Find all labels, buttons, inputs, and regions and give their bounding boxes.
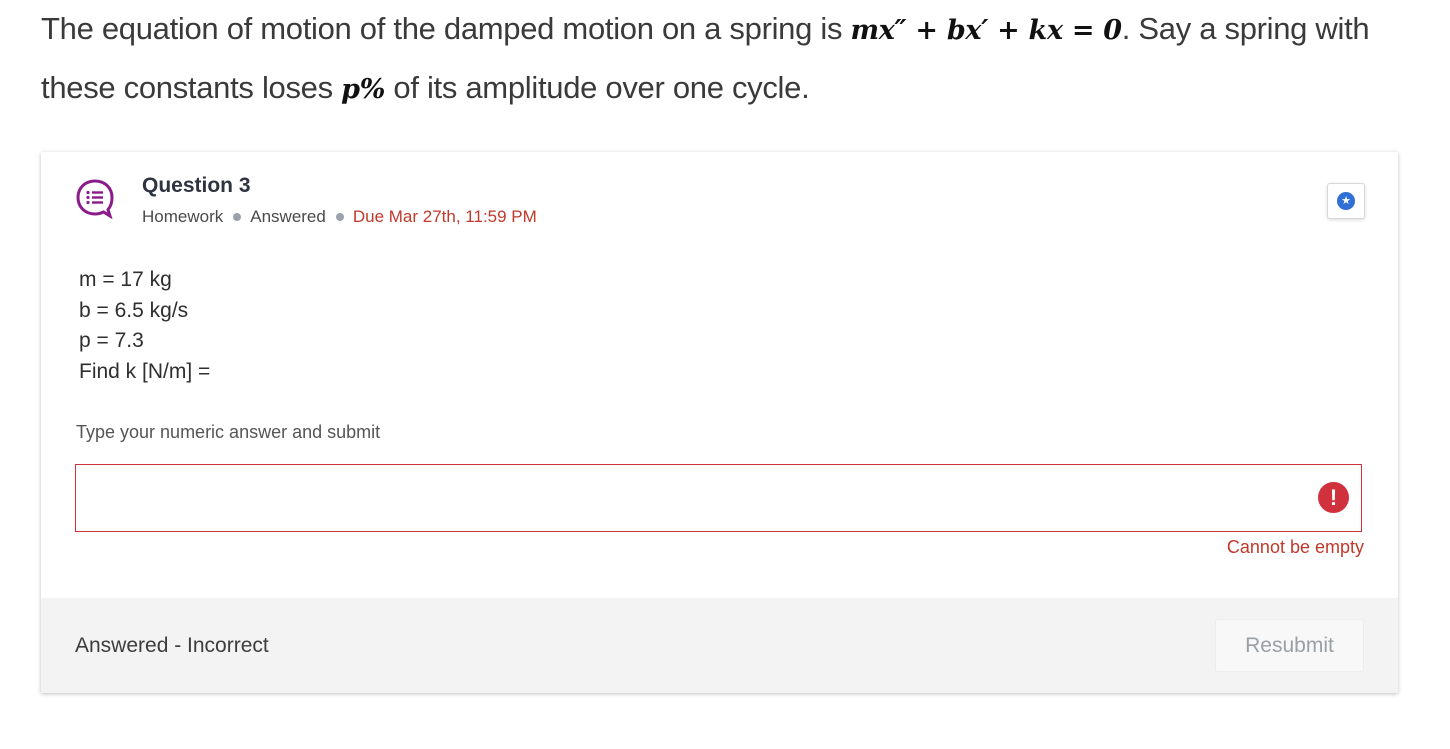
problem-line-1: The equation of motion of the damped mot… <box>41 0 1401 59</box>
separator-dot <box>233 212 242 221</box>
answer-status: Answered - Incorrect <box>75 634 269 657</box>
answer-prompt: Type your numeric answer and submit <box>76 422 381 442</box>
answer-field[interactable]: ! <box>75 464 1362 532</box>
problem-line-2: these constants loses p% of its amplitud… <box>41 59 1401 118</box>
problem-text-2a: these constants loses <box>41 70 342 105</box>
resubmit-button[interactable]: Resubmit <box>1215 619 1364 672</box>
given-percent: p = 7.3 <box>79 329 144 352</box>
star-icon: ★ <box>1337 192 1355 210</box>
equation: mx″ + bx′ + kx = 0 <box>850 15 1122 46</box>
separator-dot <box>335 212 344 221</box>
percent-variable: p% <box>341 74 386 105</box>
question-type: Homework <box>142 207 224 226</box>
given-damping: b = 6.5 kg/s <box>79 298 189 322</box>
problem-text-1b: . Say a spring with <box>1121 11 1370 46</box>
given-values: m = 17 kg b = 6.5 kg/s p = 7.3 Find k [N… <box>79 265 210 387</box>
answer-input[interactable] <box>76 465 1304 529</box>
problem-statement: The equation of motion of the damped mot… <box>41 0 1401 118</box>
question-footer: Answered - Incorrect Resubmit <box>41 598 1398 693</box>
question-list-icon <box>76 179 114 220</box>
exclamation-icon: ! <box>1318 482 1349 513</box>
given-mass: m = 17 kg <box>79 268 172 291</box>
question-card: Question 3 Homework Answered Due Mar 27th,… <box>41 152 1398 693</box>
question-title: Question 3 <box>142 174 251 197</box>
bookmark-button[interactable]: ★ <box>1327 183 1365 219</box>
problem-text-2b: of its amplitude over one cycle. <box>385 70 810 105</box>
error-message: Cannot be empty <box>1226 537 1364 557</box>
due-date: Due Mar 27th, 11:59 PM <box>352 207 537 226</box>
problem-text-1a: The equation of motion of the damped mot… <box>41 11 851 46</box>
question-status: Answered <box>250 207 326 226</box>
question-meta: Homework Answered Due Mar 27th, 11:59 PM <box>142 207 537 227</box>
find-k: Find k [N/m] = <box>79 359 211 383</box>
